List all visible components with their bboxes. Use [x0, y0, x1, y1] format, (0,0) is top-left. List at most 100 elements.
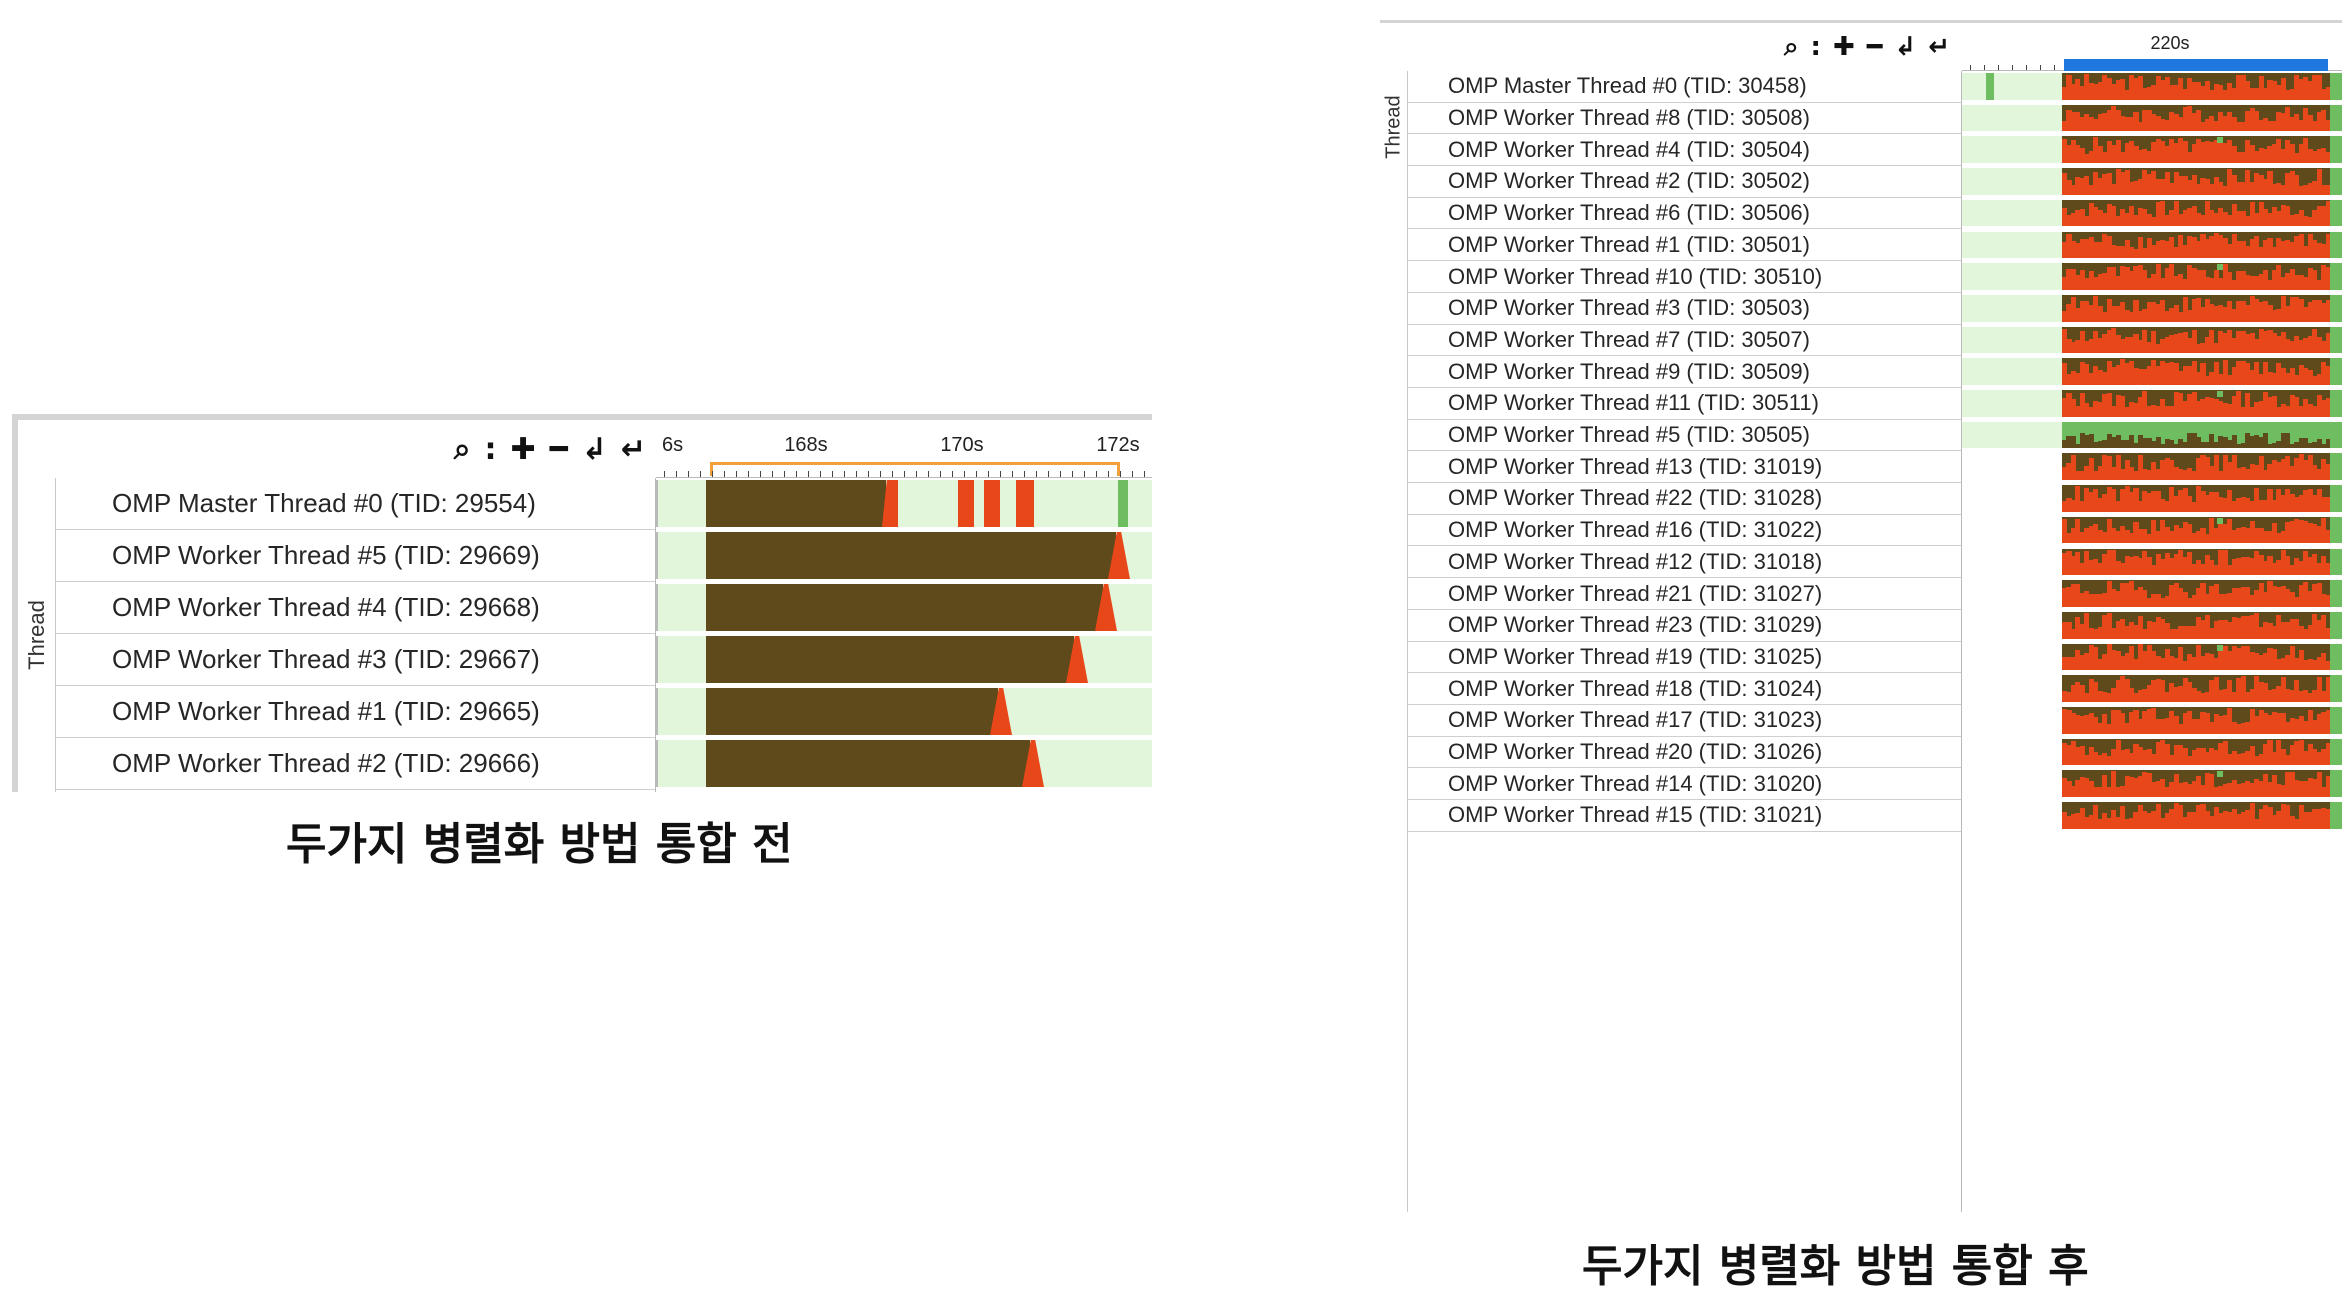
thread-activity-track[interactable]: [1962, 515, 2342, 547]
thread-row-label[interactable]: OMP Worker Thread #3 (TID: 30503): [1408, 293, 1961, 325]
activity-segment: [706, 480, 886, 527]
activity-segment: [1962, 294, 2062, 322]
thread-activity-track[interactable]: [1962, 800, 2342, 832]
thread-row-label[interactable]: OMP Worker Thread #4 (TID: 30504): [1408, 134, 1961, 167]
thread-activity-track[interactable]: [1962, 610, 2342, 642]
thread-activity-track[interactable]: [1962, 166, 2342, 198]
thread-row-label[interactable]: OMP Worker Thread #7 (TID: 30507): [1408, 325, 1961, 357]
time-tick-label: 220s: [2150, 33, 2190, 53]
thread-axis: Thread: [1380, 71, 1408, 1212]
thread-activity-track[interactable]: [1962, 356, 2342, 388]
thread-timeline[interactable]: 220s: [1962, 23, 2342, 1212]
thread-activity-track[interactable]: [1962, 737, 2342, 769]
undo-zoom-icon[interactable]: ↲: [1894, 32, 1916, 62]
activity-segment: [2217, 137, 2224, 144]
thread-activity-track[interactable]: [656, 686, 1152, 738]
zoom-out-icon[interactable]: ━: [550, 432, 568, 467]
activity-segment: [2217, 391, 2224, 397]
thread-timeline[interactable]: 6s 168s 170s 172s: [656, 420, 1152, 792]
zoom-in-icon[interactable]: ✚: [1833, 32, 1855, 62]
thread-name-list: OMP Master Thread #0 (TID: 29554) OMP Wor…: [56, 478, 656, 792]
thread-row-label[interactable]: OMP Worker Thread #13 (TID: 31019): [1408, 451, 1961, 484]
thread-row-label[interactable]: OMP Worker Thread #18 (TID: 31024): [1408, 673, 1961, 705]
thread-activity-track[interactable]: [1962, 134, 2342, 167]
thread-row-label[interactable]: OMP Worker Thread #19 (TID: 31025): [1408, 642, 1961, 674]
thread-activity-track[interactable]: [656, 582, 1152, 634]
activity-segment: [1962, 136, 2062, 164]
thread-activity-track[interactable]: [1962, 388, 2342, 420]
thread-row-label[interactable]: OMP Worker Thread #8 (TID: 30508): [1408, 103, 1961, 135]
thread-activity-track[interactable]: [1962, 103, 2342, 135]
thread-activity-track[interactable]: [1962, 198, 2342, 230]
thread-row-label[interactable]: OMP Worker Thread #4 (TID: 29668): [56, 582, 655, 634]
colon-separator: :: [1810, 32, 1821, 62]
thread-activity-track[interactable]: [1962, 642, 2342, 674]
thread-row-label[interactable]: OMP Worker Thread #2 (TID: 30502): [1408, 166, 1961, 198]
activity-segment: [1986, 73, 1994, 100]
thread-activity-track[interactable]: [656, 530, 1152, 582]
thread-row-label[interactable]: OMP Worker Thread #16 (TID: 31022): [1408, 515, 1961, 547]
search-icon[interactable]: ⌕: [1784, 32, 1799, 63]
search-icon[interactable]: ⌕: [454, 432, 471, 467]
ruler-tick: [1084, 471, 1085, 477]
thread-activity-track[interactable]: [1962, 261, 2342, 293]
reset-zoom-icon[interactable]: ↵: [621, 432, 646, 467]
thread-row-label[interactable]: OMP Worker Thread #1 (TID: 29665): [56, 686, 655, 738]
thread-row-label[interactable]: OMP Worker Thread #10 (TID: 30510): [1408, 261, 1961, 293]
thread-row-label[interactable]: OMP Worker Thread #22 (TID: 31028): [1408, 483, 1961, 515]
ruler-tick: [676, 471, 677, 477]
ruler-tick: [820, 471, 821, 477]
thread-activity-track[interactable]: [656, 738, 1152, 790]
thread-row-label[interactable]: OMP Worker Thread #2 (TID: 29666): [56, 738, 655, 790]
thread-activity-track[interactable]: [1962, 451, 2342, 484]
thread-row-label[interactable]: OMP Worker Thread #6 (TID: 30506): [1408, 198, 1961, 230]
thread-row-label[interactable]: OMP Worker Thread #21 (TID: 31027): [1408, 578, 1961, 610]
thread-activity-track[interactable]: [1962, 293, 2342, 325]
timeline-toolbar: ⌕ : ✚ ━ ↲ ↵: [1380, 23, 1962, 71]
thread-row-label[interactable]: OMP Worker Thread #1 (TID: 30501): [1408, 230, 1961, 262]
thread-activity-track[interactable]: [1962, 483, 2342, 515]
thread-row-label[interactable]: OMP Worker Thread #23 (TID: 31029): [1408, 610, 1961, 642]
thread-row-label[interactable]: OMP Master Thread #0 (TID: 29554): [56, 478, 655, 530]
thread-activity-track[interactable]: [1962, 325, 2342, 357]
thread-activity-track[interactable]: [1962, 768, 2342, 801]
thread-row-label[interactable]: OMP Worker Thread #11 (TID: 30511): [1408, 388, 1961, 420]
ruler-tick: [928, 471, 929, 477]
thread-row-label[interactable]: OMP Worker Thread #12 (TID: 31018): [1408, 547, 1961, 579]
time-tick-label: 172s: [1096, 434, 1140, 456]
thread-activity-track[interactable]: [1962, 71, 2342, 103]
time-range-selection[interactable]: [2064, 59, 2328, 71]
thread-activity-track[interactable]: [1962, 230, 2342, 262]
activity-segment: [2330, 485, 2342, 512]
thread-activity-track[interactable]: [1962, 420, 2342, 452]
activity-segment: [1962, 104, 2062, 132]
ruler-tick: [688, 471, 689, 477]
thread-row-label[interactable]: OMP Worker Thread #17 (TID: 31023): [1408, 705, 1961, 737]
ruler-tick: [796, 471, 797, 477]
thread-row-label[interactable]: OMP Worker Thread #14 (TID: 31020): [1408, 768, 1961, 801]
thread-row-label[interactable]: OMP Worker Thread #9 (TID: 30509): [1408, 356, 1961, 388]
ruler-tick: [916, 471, 917, 477]
time-tick-label: 170s: [940, 434, 984, 456]
thread-row-label[interactable]: OMP Worker Thread #20 (TID: 31026): [1408, 737, 1961, 769]
thread-activity-track[interactable]: [1962, 547, 2342, 579]
thread-activity-track[interactable]: [1962, 578, 2342, 610]
thread-row-label[interactable]: OMP Master Thread #0 (TID: 30458): [1408, 71, 1961, 103]
time-ruler[interactable]: 6s 168s 170s 172s: [656, 420, 1152, 478]
activity-segment: [2330, 136, 2342, 164]
time-ruler[interactable]: 220s: [1962, 23, 2342, 71]
thread-activity-track[interactable]: [1962, 705, 2342, 737]
activity-segment: [1962, 73, 2062, 100]
thread-activity-track[interactable]: [656, 634, 1152, 686]
thread-activity-track[interactable]: [1962, 673, 2342, 705]
thread-row-label[interactable]: OMP Worker Thread #3 (TID: 29667): [56, 634, 655, 686]
thread-row-label[interactable]: OMP Worker Thread #5 (TID: 29669): [56, 530, 655, 582]
thread-activity-track[interactable]: [656, 478, 1152, 530]
thread-row-label[interactable]: OMP Worker Thread #5 (TID: 30505): [1408, 420, 1961, 452]
thread-axis: Thread: [18, 478, 56, 792]
zoom-out-icon[interactable]: ━: [1867, 32, 1883, 62]
reset-zoom-icon[interactable]: ↵: [1928, 32, 1950, 62]
undo-zoom-icon[interactable]: ↲: [582, 432, 607, 467]
thread-row-label[interactable]: OMP Worker Thread #15 (TID: 31021): [1408, 800, 1961, 832]
zoom-in-icon[interactable]: ✚: [511, 432, 536, 467]
